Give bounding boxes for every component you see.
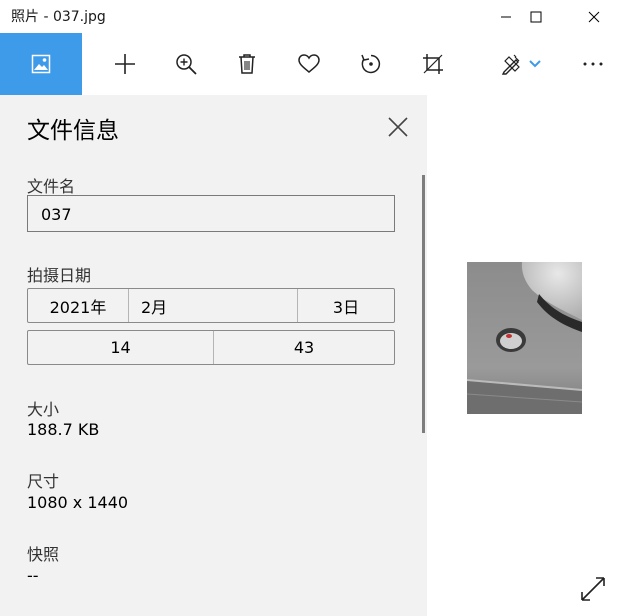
month-select[interactable]: 2月	[128, 289, 297, 322]
toolbar	[0, 33, 621, 95]
close-panel-button[interactable]	[384, 113, 412, 141]
date-picker: 2021年 2月 3日	[27, 288, 395, 323]
rotate-icon	[361, 54, 381, 74]
snapshot-value: --	[27, 566, 39, 585]
file-info-panel: 文件信息 文件名 037 拍摄日期 2021年 2月 3日 14 43 大小 1…	[0, 95, 427, 616]
close-window-button[interactable]	[571, 0, 617, 33]
photo-image	[467, 262, 582, 414]
minute-select[interactable]: 43	[213, 331, 394, 364]
view-image-button[interactable]	[0, 33, 82, 95]
size-label: 大小	[27, 400, 60, 419]
crop-button[interactable]	[413, 33, 453, 95]
filename-value: 037	[41, 205, 72, 224]
photo-thumbnail[interactable]	[467, 262, 582, 414]
dimensions-value: 1080 x 1440	[27, 493, 129, 512]
filename-field[interactable]: 037	[27, 195, 395, 232]
add-button[interactable]	[105, 33, 145, 95]
expand-icon	[581, 577, 605, 601]
date-taken-label: 拍摄日期	[27, 266, 92, 285]
chevron-down-icon	[529, 60, 541, 68]
plus-icon	[115, 54, 135, 74]
panel-scrollbar[interactable]	[422, 175, 425, 433]
rotate-button[interactable]	[351, 33, 391, 95]
size-value: 188.7 KB	[27, 420, 100, 439]
snapshot-label: 快照	[27, 545, 60, 564]
more-button[interactable]	[573, 33, 613, 95]
edit-draw-button[interactable]	[492, 33, 550, 95]
panel-title: 文件信息	[27, 118, 119, 144]
close-icon	[588, 11, 600, 22]
crop-icon	[423, 54, 443, 74]
time-picker: 14 43	[27, 330, 395, 365]
minimize-icon	[501, 16, 511, 17]
favorite-button[interactable]	[289, 33, 329, 95]
day-select[interactable]: 3日	[297, 289, 394, 322]
zoom-button[interactable]	[166, 33, 206, 95]
delete-button[interactable]	[227, 33, 267, 95]
hour-select[interactable]: 14	[28, 331, 213, 364]
trash-icon	[239, 54, 255, 74]
year-select[interactable]: 2021年	[28, 289, 128, 322]
image-viewer[interactable]	[427, 95, 621, 616]
maximize-icon	[530, 11, 542, 22]
zoom-in-icon	[176, 54, 197, 75]
dimensions-label: 尺寸	[27, 472, 60, 491]
fullscreen-button[interactable]	[575, 571, 611, 607]
window-title: 照片 - 037.jpg	[11, 9, 106, 25]
filename-label: 文件名	[27, 177, 76, 196]
title-bar: 照片 - 037.jpg	[0, 0, 621, 33]
edit-draw-icon	[501, 54, 520, 75]
heart-icon	[298, 54, 320, 73]
close-icon	[388, 117, 408, 137]
maximize-button[interactable]	[513, 0, 559, 33]
image-icon	[31, 54, 51, 74]
more-icon	[583, 62, 603, 66]
